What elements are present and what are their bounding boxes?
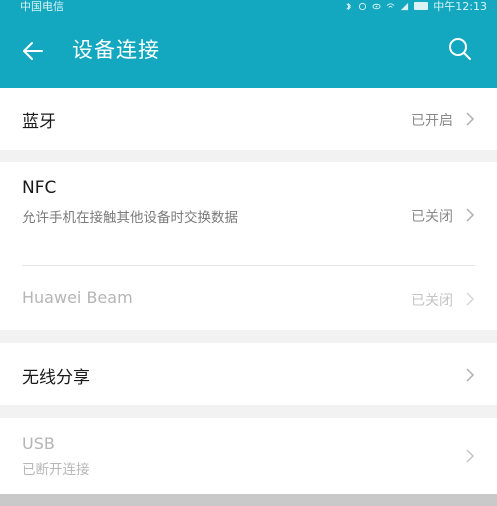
- eye-icon: [372, 3, 381, 9]
- wireless-share-label: 无线分享: [22, 368, 90, 388]
- huawei-beam-status: 已关闭: [411, 293, 453, 309]
- bluetooth-row[interactable]: 蓝牙 已开启: [0, 88, 497, 150]
- wifi-icon: [386, 2, 395, 8]
- chevron-right-icon: [466, 368, 475, 382]
- chevron-right-icon: [466, 449, 475, 463]
- huawei-beam-row[interactable]: Huawei Beam 已关闭: [0, 266, 497, 330]
- bottom-bar: [0, 494, 497, 506]
- nfc-row[interactable]: NFC 允许手机在接触其他设备时交换数据 已关闭: [0, 162, 497, 265]
- nfc-status: 已关闭: [411, 209, 453, 225]
- status-icons: 中午12:13: [344, 0, 487, 14]
- page-title: 设备连接: [72, 38, 160, 62]
- wireless-share-card: 无线分享: [0, 343, 497, 405]
- wireless-share-row[interactable]: 无线分享: [0, 343, 497, 405]
- arrow-left-icon[interactable]: [20, 38, 46, 64]
- status-time: 中午12:13: [433, 0, 487, 13]
- usb-description: 已断开连接: [22, 462, 90, 478]
- bluetooth-label: 蓝牙: [22, 112, 56, 132]
- bluetooth-card: 蓝牙 已开启: [0, 88, 497, 150]
- carrier-label: 中国电信: [20, 0, 64, 13]
- battery-icon: [414, 2, 429, 10]
- chevron-right-icon: [466, 292, 475, 306]
- usb-card: USB 已断开连接: [0, 418, 497, 494]
- status-bar: 中国电信 中午12:13: [0, 0, 497, 14]
- nfc-label: NFC: [22, 178, 57, 198]
- bluetooth-icon: [346, 2, 352, 10]
- search-icon[interactable]: [447, 36, 473, 62]
- usb-row[interactable]: USB 已断开连接: [0, 418, 497, 494]
- signal-icon: [401, 2, 409, 10]
- nfc-description: 允许手机在接触其他设备时交换数据: [22, 210, 238, 226]
- chevron-right-icon: [466, 112, 475, 126]
- usb-label: USB: [22, 434, 55, 453]
- nfc-card: NFC 允许手机在接触其他设备时交换数据 已关闭 Huawei Beam 已关闭: [0, 162, 497, 330]
- app-bar: 设备连接: [0, 14, 497, 88]
- alarm-icon: [359, 2, 367, 10]
- huawei-beam-label: Huawei Beam: [22, 288, 133, 307]
- chevron-right-icon: [466, 208, 475, 222]
- bluetooth-status: 已开启: [411, 113, 453, 129]
